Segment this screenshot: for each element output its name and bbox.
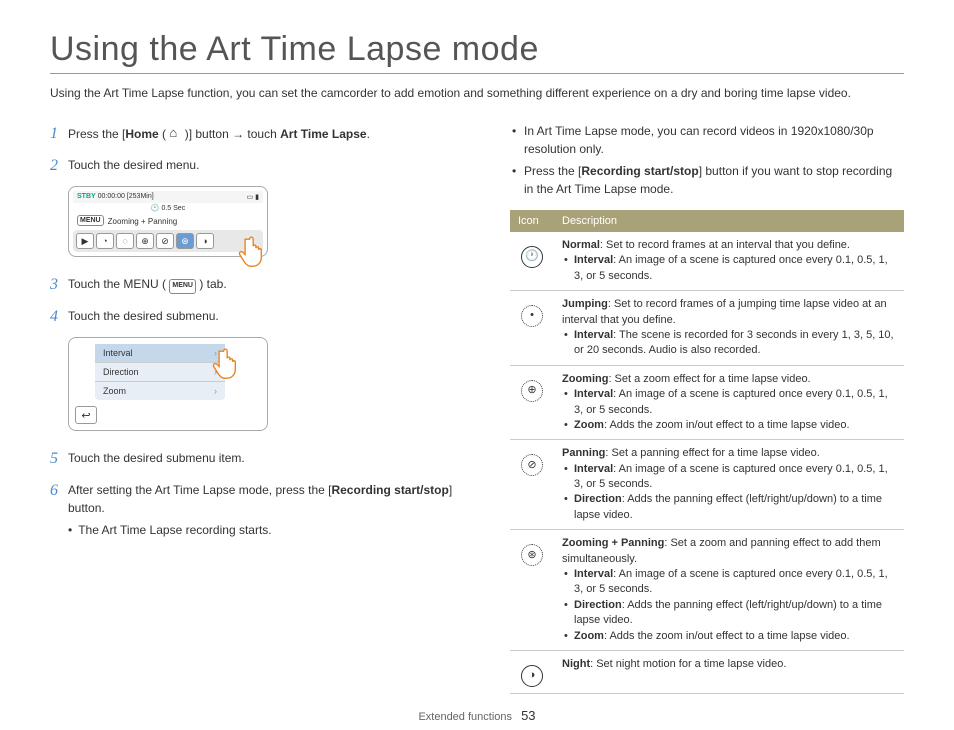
submenu-screenshot: Interval› Direction› Zoom› ↩ — [68, 337, 268, 431]
zoom-pan-icon: ⊛ — [521, 544, 543, 566]
menu-pill-icon: MENU — [169, 279, 196, 294]
right-column: In Art Time Lapse mode, you can record v… — [510, 122, 904, 694]
menu-button[interactable]: MENU — [77, 215, 104, 226]
interval-display: 🕐 0.5 Sec — [73, 203, 263, 213]
home-label: Home — [125, 127, 158, 141]
row-jumping: • Jumping: Set to record frames of a jum… — [510, 291, 904, 366]
step-number: 4 — [50, 305, 68, 329]
step5-text: Touch the desired submenu item. — [68, 447, 480, 467]
step-number: 6 — [50, 479, 68, 503]
arrow-icon: → — [232, 127, 244, 141]
left-column: 1 Press the [Home ( )] button → touch Ar… — [50, 122, 480, 694]
submenu-direction[interactable]: Direction› — [95, 363, 225, 382]
step-number: 5 — [50, 447, 68, 471]
jumping-mode-button[interactable]: ◌ — [116, 233, 134, 249]
note-resolution: In Art Time Lapse mode, you can record v… — [510, 122, 904, 158]
jumping-icon: • — [521, 305, 543, 327]
mode-label: Zooming + Panning — [108, 217, 178, 226]
zoom-mode-button[interactable]: ⊕ — [136, 233, 154, 249]
row-zooming: ⊕ Zooming: Set a zoom effect for a time … — [510, 365, 904, 440]
card-icon: ▭ ▮ — [247, 193, 259, 201]
row-night: ◑ Night: Set night motion for a time lap… — [510, 650, 904, 693]
step-2: 2 Touch the desired menu. — [50, 154, 480, 178]
page-number: 53 — [521, 708, 535, 723]
zoom-pan-mode-button[interactable]: ⊛ — [176, 233, 194, 249]
page-footer: Extended functions 53 — [50, 708, 904, 723]
home-icon — [169, 124, 181, 134]
zooming-icon: ⊕ — [521, 380, 543, 402]
step-number: 1 — [50, 122, 68, 146]
section-name: Extended functions — [418, 711, 512, 723]
night-icon: ◑ — [521, 665, 543, 687]
row-zoom-panning: ⊛ Zooming + Panning: Set a zoom and pann… — [510, 530, 904, 651]
page-title: Using the Art Time Lapse mode — [50, 30, 904, 74]
step2-text: Touch the desired menu. — [68, 154, 480, 174]
pan-mode-button[interactable]: ⊘ — [156, 233, 174, 249]
step-4: 4 Touch the desired submenu. — [50, 305, 480, 329]
row-normal: 🕐 Normal: Set to record frames at an int… — [510, 232, 904, 291]
th-icon: Icon — [510, 210, 554, 232]
row-panning: ⊘ Panning: Set a panning effect for a ti… — [510, 440, 904, 530]
panning-icon: ⊘ — [521, 454, 543, 476]
note-stop: Press the [Recording start/stop] button … — [510, 162, 904, 198]
art-time-lapse-label: Art Time Lapse — [280, 127, 366, 141]
step-5: 5 Touch the desired submenu item. — [50, 447, 480, 471]
normal-mode-button[interactable]: ◔ — [96, 233, 114, 249]
step-number: 2 — [50, 154, 68, 178]
intro-text: Using the Art Time Lapse function, you c… — [50, 84, 904, 102]
th-description: Description — [554, 210, 904, 232]
toolbar: ▶ ◔ ◌ ⊕ ⊘ ⊛ ◑ — [73, 230, 263, 252]
touch-hand-icon — [211, 344, 247, 383]
step1-text: Press the [ — [68, 127, 125, 141]
step-number: 3 — [50, 273, 68, 297]
rec-time: 00:00:00 [253Min] — [98, 193, 154, 200]
stby-label: STBY — [77, 193, 96, 200]
play-button[interactable]: ▶ — [76, 233, 94, 249]
touch-hand-icon — [237, 232, 273, 270]
night-mode-button[interactable]: ◑ — [196, 233, 214, 249]
step6-sub: The Art Time Lapse recording starts. — [68, 521, 480, 539]
submenu-interval[interactable]: Interval› — [95, 344, 225, 363]
chevron-right-icon: › — [214, 386, 217, 396]
step-1: 1 Press the [Home ( )] button → touch Ar… — [50, 122, 480, 146]
normal-icon: 🕐 — [521, 246, 543, 268]
step4-text: Touch the desired submenu. — [68, 305, 480, 325]
camcorder-screenshot: STBY 00:00:00 [253Min] ▭ ▮ 🕐 0.5 Sec MEN… — [68, 186, 268, 257]
mode-table: Icon Description 🕐 Normal: Set to record… — [510, 210, 904, 694]
submenu-zoom[interactable]: Zoom› — [95, 382, 225, 400]
recording-button-label: Recording start/stop — [331, 483, 448, 497]
step-6: 6 After setting the Art Time Lapse mode,… — [50, 479, 480, 539]
back-button[interactable]: ↩ — [75, 406, 97, 424]
step-3: 3 Touch the MENU ( MENU ) tab. — [50, 273, 480, 297]
